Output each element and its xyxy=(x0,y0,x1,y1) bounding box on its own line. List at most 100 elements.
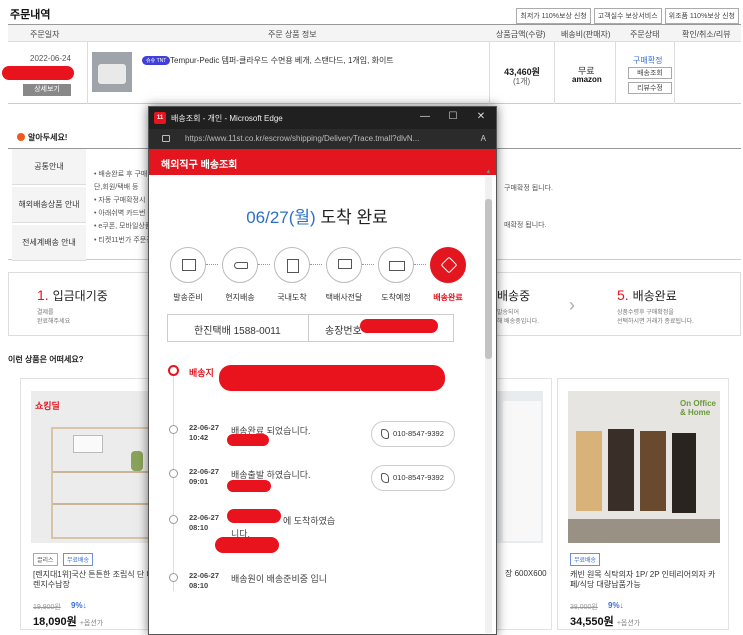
product-image: On Office & Home xyxy=(568,391,720,543)
timeline-dot xyxy=(169,573,178,582)
scroll-up-icon[interactable]: ▲ xyxy=(485,169,492,175)
option-note: +옵션가 xyxy=(79,620,104,627)
product-thumbnail[interactable] xyxy=(92,52,132,92)
step-desc-line: 결제를 xyxy=(37,310,54,316)
popup-header-text: 해외직구 배송조회 xyxy=(161,160,238,171)
track-step-prepare: 발송준비 xyxy=(163,247,213,303)
phone-icon xyxy=(381,473,389,483)
purchase-confirm-link[interactable]: 구매확정 xyxy=(633,55,662,66)
card-name[interactable]: 장 600X600 xyxy=(505,569,550,579)
scroll-thumb[interactable] xyxy=(485,199,492,359)
counterfeit-claim-button[interactable]: 위조품 110%보상 신청 xyxy=(664,8,739,24)
track-step-label: 발송준비 xyxy=(173,293,203,302)
lowest-price-claim-button[interactable]: 최저가 110%보상 신청 xyxy=(516,8,591,24)
floor-shape xyxy=(568,519,720,543)
step-label: 배송완료 xyxy=(632,289,677,303)
track-step-label: 국내도착 xyxy=(277,293,307,302)
customs-glyph xyxy=(287,259,299,273)
redaction xyxy=(360,319,438,333)
step-desc-line: 상품수령후 구매확정을 xyxy=(617,310,674,316)
chair-shape xyxy=(608,429,634,511)
discount: 9%↓ xyxy=(71,601,87,610)
event-datetime: 22-06-27 10:42 xyxy=(189,423,219,443)
event-time: 08:10 xyxy=(189,581,209,590)
notice-side-overseas: 해외배송상품 안내 xyxy=(12,187,86,223)
track-step-complete: 배송완료 xyxy=(423,247,473,303)
chair-shape xyxy=(672,433,696,513)
notice-title: 알아두세요! xyxy=(17,132,67,143)
notice-line: • e쿠폰, 모바일상품 xyxy=(94,223,152,230)
window-titlebar[interactable]: 11 배송조회 - 개인 - Microsoft Edge — ☐ ✕ xyxy=(149,107,496,129)
chip-brand: 끌리스 xyxy=(33,553,58,566)
maximize-icon[interactable]: ☐ xyxy=(446,111,460,122)
recommend-card[interactable]: On Office & Home 무료배송 캐빈 원목 식탁의자 1P/ 2P … xyxy=(557,378,729,630)
track-step-expected: 도착예정 xyxy=(371,247,421,303)
customer-mistake-button[interactable]: 고객실수 보상서비스 xyxy=(593,8,662,24)
product-qty: (1개) xyxy=(513,77,531,86)
track-step-handover: 택배사전달 xyxy=(319,247,369,303)
step-number: 1. xyxy=(37,287,49,303)
truck-glyph xyxy=(389,261,405,271)
notice-line: • 자동 구매확정시 xyxy=(94,197,146,204)
card-name[interactable]: 캐빈 원목 식탁의자 1P/ 2P 인테리어의자 카페/식당 대량납품가능 xyxy=(570,570,720,590)
step-5: 5. 배송완료 xyxy=(617,287,677,304)
read-aloud-icon[interactable]: A xyxy=(481,134,486,143)
redaction xyxy=(219,365,445,391)
notice-side-global: 전세계배송 안내 xyxy=(12,225,86,261)
tracking-steps: 발송준비 현지배송 국내도착 택배사전달 도착예정 배송완료 xyxy=(163,247,466,307)
edit-review-button[interactable]: 리뷰수정 xyxy=(628,82,672,94)
notice-right-line: 구매확정 됩니다. xyxy=(504,185,553,192)
event-date: 22-06-27 xyxy=(189,513,220,522)
track-step-label: 도착예정 xyxy=(381,293,411,302)
col-status: 주문상태 xyxy=(630,30,660,39)
customs-icon xyxy=(274,247,310,283)
notice-line: • 티켓11번가 주문건 xyxy=(94,237,153,244)
product-name[interactable]: Tempur-Pedic 템퍼-클라우드 수면용 베개, 스탠다드, 1개입, … xyxy=(170,55,394,66)
seller-logo: amazon xyxy=(572,75,602,84)
chevron-right-icon: › xyxy=(569,295,575,315)
step-desc: 상품수령후 구매확정을 선택하시면 거래가 종료됩니다. xyxy=(617,309,694,327)
step-desc-line: 해 배송중입니다. xyxy=(497,319,539,325)
order-date: 2022-06-24 xyxy=(30,54,71,63)
event-time: 08:10 xyxy=(189,523,209,532)
shelf-board xyxy=(53,503,149,505)
seller-badge: 슈슈 TNT xyxy=(142,56,171,65)
page-title: 주문내역 xyxy=(10,9,51,21)
courier-phone: 한진택배 1588-0011 xyxy=(194,326,281,337)
step-number: 5. xyxy=(617,287,629,303)
detail-button[interactable]: 상세보기 xyxy=(23,84,71,96)
chair-shape xyxy=(640,431,666,511)
step-desc-line: 완료해주세요 xyxy=(37,319,71,325)
address-bar[interactable]: https://www.11st.co.kr/escrow/shipping/D… xyxy=(149,129,496,149)
delivered-glyph xyxy=(440,256,458,274)
call-courier-button[interactable]: 010-8547-9392 xyxy=(371,421,455,447)
step-desc: 결제를완료해주세요 xyxy=(37,309,70,327)
call-courier-button[interactable]: 010-8547-9392 xyxy=(371,465,455,491)
timeline-line xyxy=(173,371,174,591)
invoice-label: 송장번호 xyxy=(325,326,362,337)
destination-label: 배송지 xyxy=(189,368,214,378)
col-actions: 확인/취소/리뷰 xyxy=(682,30,731,39)
step-label: 입금대기중 xyxy=(52,289,108,303)
arrival-status: 06/27(월) 도착 완료 xyxy=(149,203,485,228)
box-glyph xyxy=(182,259,196,271)
redaction xyxy=(2,66,74,80)
minimize-icon[interactable]: — xyxy=(418,111,432,122)
scrollbar[interactable] xyxy=(485,177,492,633)
close-icon[interactable]: ✕ xyxy=(474,111,488,122)
timeline-dot-active xyxy=(168,365,179,376)
handover-icon xyxy=(326,247,362,283)
step-desc-line: 발송되어 xyxy=(497,310,520,316)
url-text[interactable]: https://www.11st.co.kr/escrow/shipping/D… xyxy=(185,134,419,143)
timeline-dot xyxy=(169,515,178,524)
plane-glyph xyxy=(234,262,248,269)
timeline-dot xyxy=(169,469,178,478)
old-price: 38,000원 xyxy=(570,604,598,611)
arrival-date: 06/27(월) xyxy=(246,208,316,227)
event-datetime: 22-06-27 08:10 xyxy=(189,571,219,591)
redaction xyxy=(227,509,281,523)
divider xyxy=(554,42,555,104)
event-text: 에 도착하였습 xyxy=(283,516,336,526)
wall-shape xyxy=(503,401,541,541)
track-delivery-button[interactable]: 배송조회 xyxy=(628,67,672,79)
